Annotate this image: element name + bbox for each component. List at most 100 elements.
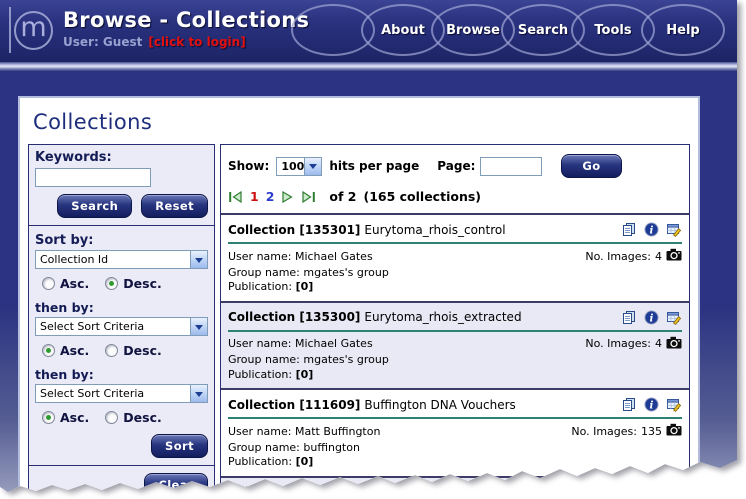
page-numbers: 12 [250,189,274,204]
sort-button-row: Sort [35,434,208,458]
collection-title: Collection [135301]Eurytoma_rhois_contro… [228,223,621,237]
page-number-1[interactable]: 1 [250,189,259,204]
sort-select-1[interactable]: Collection Id [35,250,208,269]
hits-per-page-select[interactable]: 100 [276,157,322,176]
total-collections-label: (165 collections) [363,189,481,204]
collection-name: Buffington DNA Vouchers [364,398,515,412]
collection-row-body: User name: Michael Gates No. Images:4 Gr… [228,244,682,301]
then-by-label-1: then by: [35,300,208,315]
sort-select-2[interactable]: Select Sort Criteria [35,317,208,336]
asc-radio-2[interactable]: Asc. [42,343,89,358]
images-number: 4 [655,337,662,352]
chevron-down-icon[interactable] [190,385,207,402]
copy-icon[interactable] [621,397,637,412]
logo-bar [9,7,11,53]
sort-direction-3: Asc. Desc. [42,410,208,425]
collection-row-header: Collection [135301]Eurytoma_rhois_contro… [228,215,682,242]
info-icon[interactable]: i [644,222,659,237]
collection-id: Collection [135300] [228,310,360,324]
results-controls: Show: 100 hits per page Page: Go [221,145,689,181]
collection-row-icons: i [621,485,682,497]
search-button[interactable]: Search [57,194,132,218]
user-name-line: User name: Michael Gates [228,250,373,265]
images-label: No. Images: [585,250,651,265]
go-button[interactable]: Go [561,154,621,178]
hits-per-page-label: hits per page [329,159,419,173]
edit-icon[interactable] [666,397,682,412]
desc-radio-3[interactable]: Desc. [105,410,161,425]
copy-icon[interactable] [621,310,637,325]
sort-by-label: Sort by: [35,233,208,248]
asc-radio-1[interactable]: Asc. [42,276,89,291]
publication-label: Publication: [228,280,292,293]
chevron-down-icon[interactable] [190,318,207,335]
svg-text:i: i [650,487,654,497]
login-link[interactable]: [click to login] [148,35,245,49]
header-stripe [0,62,739,71]
nav-item-help[interactable]: Help [641,4,725,56]
then-by-label-2: then by: [35,367,208,382]
last-page-icon[interactable] [301,191,316,203]
info-icon[interactable]: i [644,310,659,325]
sort-group-1: Collection Id Asc. Desc. [35,250,208,291]
images-label: No. Images: [585,337,651,352]
keywords-buttons: Search Reset [35,194,208,218]
publication-count: [0] [296,368,314,381]
chevron-down-icon[interactable] [190,251,207,268]
page-of-label: of 2 [329,189,356,204]
logo-letter: m [20,14,46,41]
copy-icon[interactable] [621,485,637,497]
collection-row-body: User name: Michael Gates No. Images:4 Gr… [228,332,682,389]
main-nav: About Browse Search Tools Help [291,4,725,56]
collection-id: Collection [135301] [228,223,360,237]
camera-icon[interactable] [666,423,682,441]
desc-radio-1[interactable]: Desc. [105,276,161,291]
clear-button[interactable]: Clear [144,473,208,497]
next-page-icon[interactable] [281,191,294,203]
camera-icon[interactable] [666,248,682,266]
user-line: User: Guest [click to login] [63,35,309,49]
edit-icon[interactable] [666,310,682,325]
desc-radio-2[interactable]: Desc. [105,343,161,358]
browse-collections-page: m Browse - Collections User: Guest[click… [0,0,739,497]
group-name-line: Group name: mgates's group [228,266,389,279]
page-number-2[interactable]: 2 [266,189,275,204]
edit-icon[interactable] [666,222,682,237]
sort-group-3: Select Sort Criteria Asc. Desc. [35,384,208,425]
publication-count: [0] [296,455,314,468]
reset-button[interactable]: Reset [141,194,208,218]
show-label: Show: [228,159,269,173]
collection-row-header: Collection [111285] Family Chalcididae (f… [228,478,682,497]
collection-id: Collection [111609] [228,398,360,412]
collection-name: Family Chalcididae (for key) [364,485,531,497]
sort-button[interactable]: Sort [151,434,208,458]
collection-row-header: Collection [111609] Buffington DNA Vouche… [228,390,682,417]
collection-title: Collection [135300] Eurytoma_rhois_extrac… [228,310,621,324]
camera-icon[interactable] [666,336,682,354]
header-text: Browse - Collections User: Guest[click t… [63,8,309,49]
info-icon[interactable]: i [644,397,659,412]
page-number-input[interactable] [480,157,542,176]
collection-title: Collection [111285] Family Chalcididae (f… [228,485,621,497]
asc-radio-3[interactable]: Asc. [42,410,89,425]
copy-icon[interactable] [621,222,637,237]
keywords-input[interactable] [35,168,151,187]
collection-id: Collection [111285] [228,485,360,497]
sort-direction-2: Asc. Desc. [42,343,208,358]
collection-row: Collection [111285] Family Chalcididae (f… [221,478,689,497]
first-page-icon[interactable] [228,191,243,203]
section-heading: Collections [33,110,698,134]
edit-icon[interactable] [666,485,682,497]
morphbank-logo: m [9,7,53,53]
group-name-line: Group name: buffington [228,441,360,454]
info-icon[interactable]: i [644,485,659,497]
clear-button-row: Clear [35,473,208,497]
user-label: User: Guest [63,35,142,49]
chevron-down-icon[interactable] [304,158,321,175]
sort-select-2-value: Select Sort Criteria [36,318,190,335]
sort-group-2: Select Sort Criteria Asc. Desc. [35,317,208,358]
collection-name: Eurytoma_rhois_extracted [364,310,521,324]
sort-select-3[interactable]: Select Sort Criteria [35,384,208,403]
images-number: 135 [641,425,662,440]
content-panel: Collections Keywords: Search Reset Sort … [18,96,700,497]
